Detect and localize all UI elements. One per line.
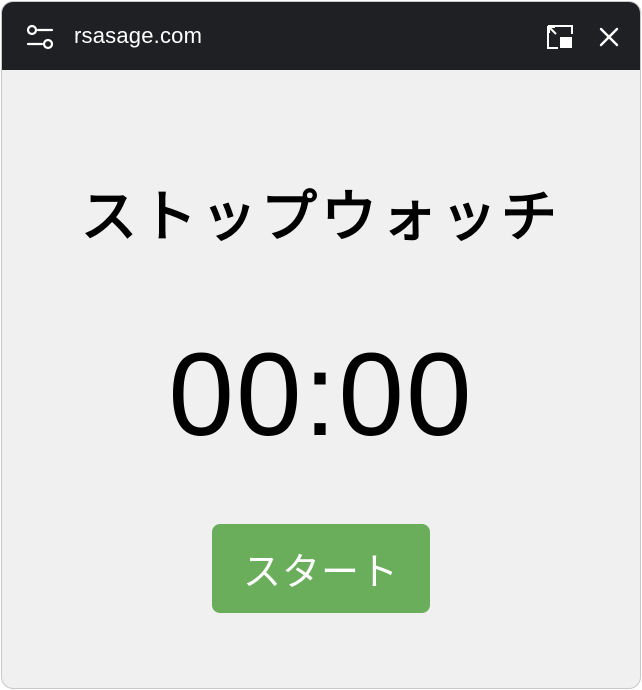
start-button[interactable]: スタート	[212, 524, 430, 613]
title-bar: rsasage.com	[2, 2, 640, 70]
page-title: ストップウォッチ	[81, 185, 561, 250]
site-title: rsasage.com	[74, 23, 203, 48]
close-icon[interactable]	[598, 26, 620, 48]
tune-icon[interactable]	[26, 24, 54, 50]
timer-display: 00:00	[168, 329, 474, 461]
pip-window: rsasage.com ストップウォッチ 00:00 スタート	[1, 1, 641, 689]
picture-in-picture-icon[interactable]	[546, 24, 574, 50]
stopwatch-panel: ストップウォッチ 00:00 スタート	[2, 70, 640, 688]
